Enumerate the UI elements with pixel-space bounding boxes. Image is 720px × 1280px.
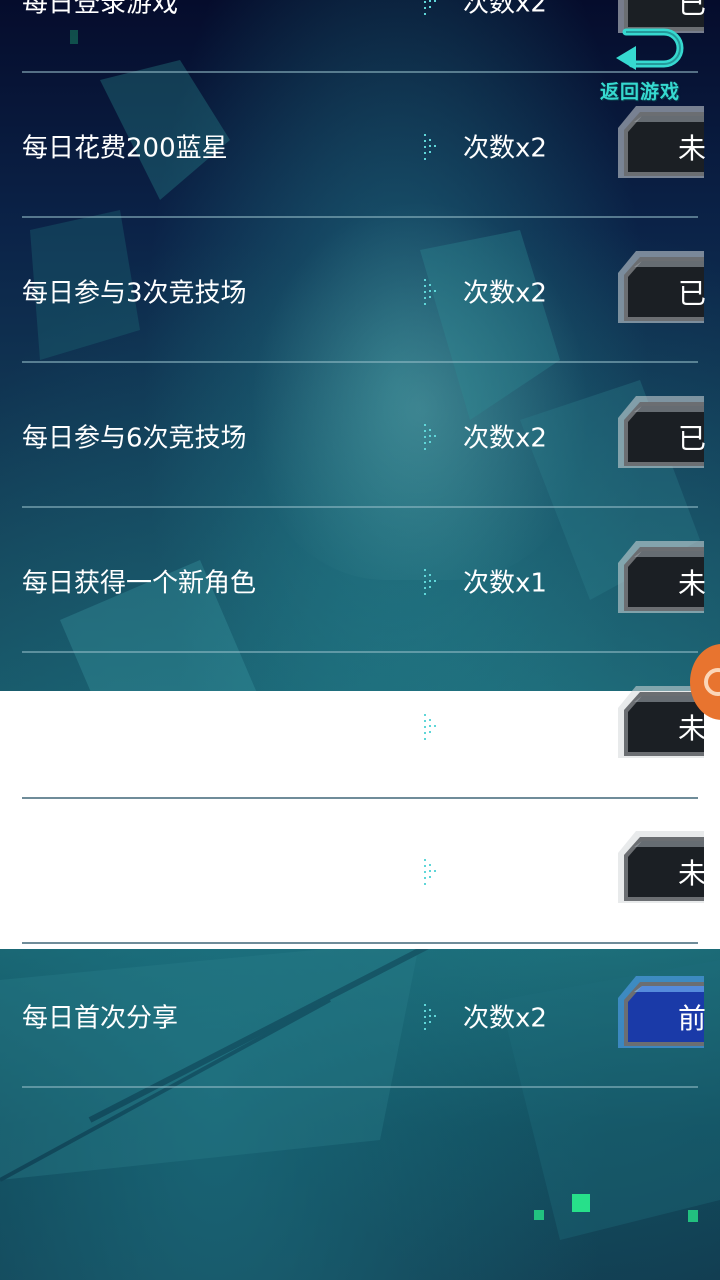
status-button-label: 未 (678, 856, 707, 890)
status-button-label: 未 (678, 711, 707, 745)
task-status-button[interactable]: 未 (614, 685, 707, 766)
dotted-arrow-icon (424, 1003, 436, 1030)
status-button-label: 前 (678, 1001, 707, 1035)
pixel-decoration (534, 1210, 544, 1220)
row-divider (22, 1086, 698, 1088)
task-title: 每日获得一个新角色 (22, 568, 257, 598)
return-arrow-icon (616, 28, 684, 70)
task-status-button[interactable]: 前 (614, 975, 707, 1056)
task-row: 每日首次分享 次数x2 前 (0, 943, 720, 1088)
task-row: 每日获得一个新角色 次数x1 未 (0, 508, 720, 653)
status-button-label: 已 (678, 276, 707, 310)
dotted-arrow-icon (424, 713, 436, 740)
status-button-label: 未 (678, 131, 707, 165)
dotted-arrow-icon (424, 133, 436, 160)
task-count: 次数x2 (463, 133, 547, 163)
task-title: 每日参与6次竞技场 (22, 423, 247, 453)
task-count: 次数x2 (463, 278, 547, 308)
task-status-button[interactable]: 已 (614, 250, 707, 331)
task-title: 每日首次分享 (22, 1003, 179, 1033)
task-status-button[interactable]: 未 (614, 830, 707, 911)
task-row: 每日参与6次竞技场 次数x2 已 (0, 363, 720, 508)
task-count: 次数x2 (463, 0, 547, 18)
task-row: 每日参与3次竞技场 次数x2 已 (0, 218, 720, 363)
pixel-decoration (688, 1210, 698, 1222)
task-count: 次数x2 (463, 1003, 547, 1033)
back-to-game-button[interactable]: 返回游戏 (600, 24, 700, 106)
back-button-label: 返回游戏 (600, 81, 681, 103)
headset-icon (704, 668, 720, 696)
status-button-label: 未 (678, 566, 707, 600)
task-row: 未 (0, 798, 720, 943)
task-status-button[interactable]: 已 (614, 395, 707, 476)
dotted-arrow-icon (424, 568, 436, 595)
task-status-button[interactable]: 未 (614, 540, 707, 621)
task-row: 未 (0, 653, 720, 798)
row-divider (22, 797, 698, 799)
dotted-arrow-icon (424, 0, 436, 15)
task-count: 次数x1 (463, 568, 547, 598)
status-button-label: 已 (678, 0, 707, 20)
task-title: 每日花费200蓝星 (22, 133, 228, 163)
task-status-button[interactable]: 未 (614, 105, 707, 186)
dotted-arrow-icon (424, 858, 436, 885)
status-button-label: 已 (678, 421, 707, 455)
task-title: 每日登录游戏 (22, 0, 179, 18)
row-divider (22, 942, 698, 944)
task-count: 次数x2 (463, 423, 547, 453)
dotted-arrow-icon (424, 278, 436, 305)
dotted-arrow-icon (424, 423, 436, 450)
pixel-decoration (572, 1194, 590, 1212)
task-title: 每日参与3次竞技场 (22, 278, 247, 308)
